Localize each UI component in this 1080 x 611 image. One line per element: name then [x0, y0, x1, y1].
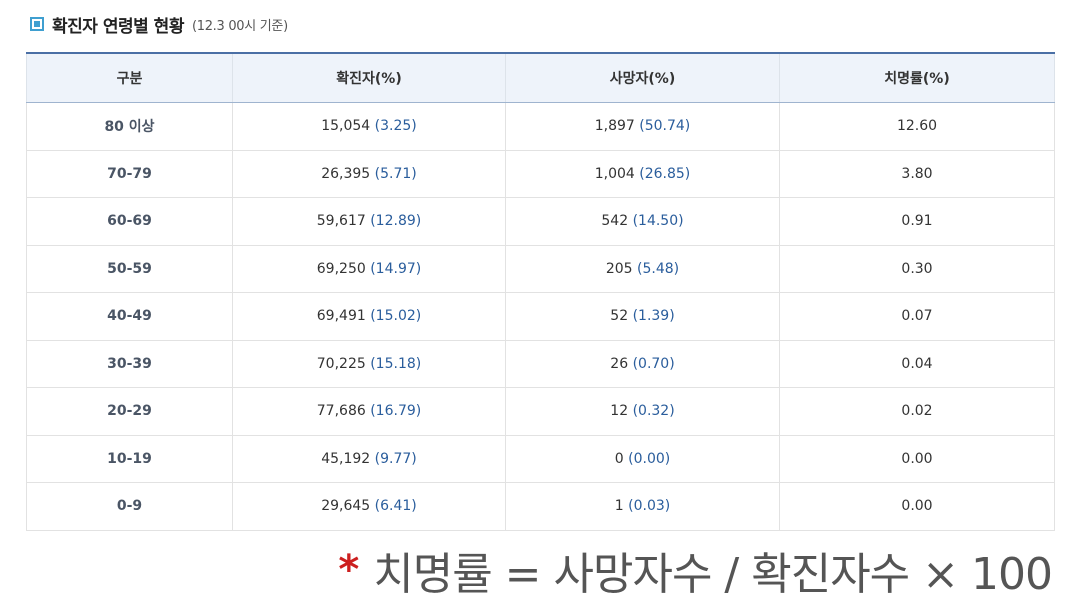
deaths-pct: (50.74): [639, 118, 691, 135]
cell-fatality-rate: 12.60: [779, 102, 1055, 151]
cell-deaths: 0 (0.00): [505, 434, 780, 483]
confirmed-count: 69,250: [316, 260, 366, 277]
table-row: 40-49 69,491 (15.02) 52 (1.39) 0.07: [26, 292, 1055, 341]
deaths-pct: (14.50): [632, 213, 684, 230]
table-row: 50-59 69,250 (14.97) 205 (5.48) 0.30: [26, 244, 1055, 293]
cell-category: 80 이상: [26, 102, 233, 151]
confirmed-count: 45,192: [321, 450, 371, 467]
cell-confirmed: 70,225 (15.18): [232, 339, 506, 388]
formula-text: 치명률 = 사망자수 / 확진자수 × 100: [373, 549, 1053, 600]
section-title: 확진자 연령별 현황 (12.3 00시 기준): [30, 10, 288, 38]
cell-deaths: 26 (0.70): [505, 339, 780, 388]
cell-fatality-rate: 3.80: [779, 149, 1055, 198]
deaths-count: 205: [605, 260, 633, 277]
cell-deaths: 1 (0.03): [505, 482, 780, 531]
cell-deaths: 1,897 (50.74): [505, 102, 780, 151]
confirmed-count: 59,617: [316, 213, 366, 230]
deaths-count: 1: [614, 498, 624, 515]
page-title: 확진자 연령별 현황: [52, 16, 184, 37]
confirmed-pct: (16.79): [370, 403, 422, 420]
table-row: 60-69 59,617 (12.89) 542 (14.50) 0.91: [26, 197, 1055, 246]
confirmed-pct: (15.02): [370, 308, 422, 325]
cell-category: 60-69: [26, 197, 233, 246]
confirmed-pct: (12.89): [370, 213, 422, 230]
cell-confirmed: 26,395 (5.71): [232, 149, 506, 198]
confirmed-pct: (6.41): [374, 498, 417, 515]
cell-fatality-rate: 0.07: [779, 292, 1055, 341]
confirmed-count: 77,686: [316, 403, 366, 420]
header-category: 구분: [26, 52, 233, 103]
deaths-count: 1,004: [594, 165, 635, 182]
confirmed-pct: (15.18): [370, 355, 422, 372]
cell-category: 0-9: [26, 482, 233, 531]
deaths-count: 1,897: [594, 118, 635, 135]
confirmed-pct: (3.25): [374, 118, 417, 135]
cell-confirmed: 29,645 (6.41): [232, 482, 506, 531]
cell-fatality-rate: 0.00: [779, 482, 1055, 531]
cell-confirmed: 15,054 (3.25): [232, 102, 506, 151]
cell-confirmed: 45,192 (9.77): [232, 434, 506, 483]
confirmed-pct: (5.71): [374, 165, 417, 182]
deaths-count: 542: [601, 213, 629, 230]
cell-deaths: 12 (0.32): [505, 387, 780, 436]
header-deaths: 사망자(%): [505, 52, 780, 103]
cell-deaths: 52 (1.39): [505, 292, 780, 341]
asterisk-mark: *: [338, 547, 360, 593]
cell-category: 30-39: [26, 339, 233, 388]
cell-category: 40-49: [26, 292, 233, 341]
cell-fatality-rate: 0.04: [779, 339, 1055, 388]
table-row: 80 이상 15,054 (3.25) 1,897 (50.74) 12.60: [26, 102, 1055, 151]
cell-deaths: 205 (5.48): [505, 244, 780, 293]
table-row: 30-39 70,225 (15.18) 26 (0.70) 0.04: [26, 339, 1055, 388]
age-stats-table: 구분 확진자(%) 사망자(%) 치명률(%) 80 이상 15,054 (3.…: [26, 52, 1055, 531]
cell-deaths: 542 (14.50): [505, 197, 780, 246]
deaths-count: 52: [610, 308, 629, 325]
confirmed-pct: (9.77): [374, 450, 417, 467]
confirmed-count: 26,395: [321, 165, 371, 182]
cell-confirmed: 59,617 (12.89): [232, 197, 506, 246]
square-bullet-icon: [30, 17, 44, 31]
cell-category: 70-79: [26, 149, 233, 198]
deaths-pct: (26.85): [639, 165, 691, 182]
cell-confirmed: 77,686 (16.79): [232, 387, 506, 436]
deaths-pct: (0.32): [632, 403, 675, 420]
deaths-pct: (0.70): [632, 355, 675, 372]
table-row: 20-29 77,686 (16.79) 12 (0.32) 0.02: [26, 387, 1055, 436]
cell-category: 20-29: [26, 387, 233, 436]
cell-confirmed: 69,491 (15.02): [232, 292, 506, 341]
confirmed-pct: (14.97): [370, 260, 422, 277]
page-subtitle: (12.3 00시 기준): [191, 18, 288, 34]
cell-category: 50-59: [26, 244, 233, 293]
table-row: 10-19 45,192 (9.77) 0 (0.00) 0.00: [26, 434, 1055, 483]
table-header-row: 구분 확진자(%) 사망자(%) 치명률(%): [26, 52, 1055, 103]
deaths-count: 26: [610, 355, 629, 372]
cell-fatality-rate: 0.30: [779, 244, 1055, 293]
header-fatality-rate: 치명률(%): [779, 52, 1055, 103]
confirmed-count: 15,054: [321, 118, 371, 135]
deaths-pct: (1.39): [632, 308, 675, 325]
formula-note: * 치명률 = 사망자수 / 확진자수 × 100: [338, 538, 1053, 602]
deaths-count: 12: [610, 403, 629, 420]
cell-fatality-rate: 0.02: [779, 387, 1055, 436]
cell-fatality-rate: 0.00: [779, 434, 1055, 483]
deaths-pct: (0.00): [628, 450, 671, 467]
confirmed-count: 69,491: [316, 308, 366, 325]
confirmed-count: 29,645: [321, 498, 371, 515]
deaths-pct: (0.03): [628, 498, 671, 515]
table-row: 70-79 26,395 (5.71) 1,004 (26.85) 3.80: [26, 149, 1055, 198]
cell-category: 10-19: [26, 434, 233, 483]
cell-deaths: 1,004 (26.85): [505, 149, 780, 198]
cell-fatality-rate: 0.91: [779, 197, 1055, 246]
header-confirmed: 확진자(%): [232, 52, 506, 103]
confirmed-count: 70,225: [316, 355, 366, 372]
deaths-count: 0: [614, 450, 624, 467]
table-row: 0-9 29,645 (6.41) 1 (0.03) 0.00: [26, 482, 1055, 531]
cell-confirmed: 69,250 (14.97): [232, 244, 506, 293]
deaths-pct: (5.48): [637, 260, 680, 277]
